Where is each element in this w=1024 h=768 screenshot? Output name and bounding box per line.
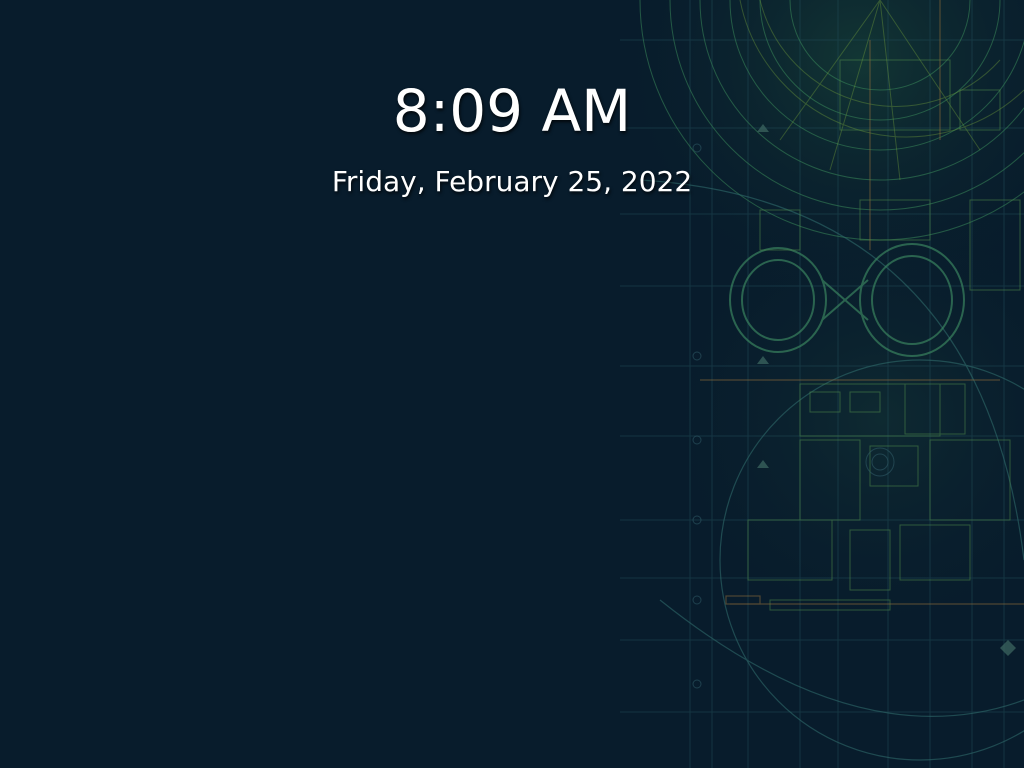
lock-screen-time: 8:09 AM [392, 77, 632, 145]
lock-screen-date: Friday, February 25, 2022 [331, 165, 693, 198]
lock-screen[interactable]: 8:09 AM Friday, February 25, 2022 [0, 0, 1024, 768]
